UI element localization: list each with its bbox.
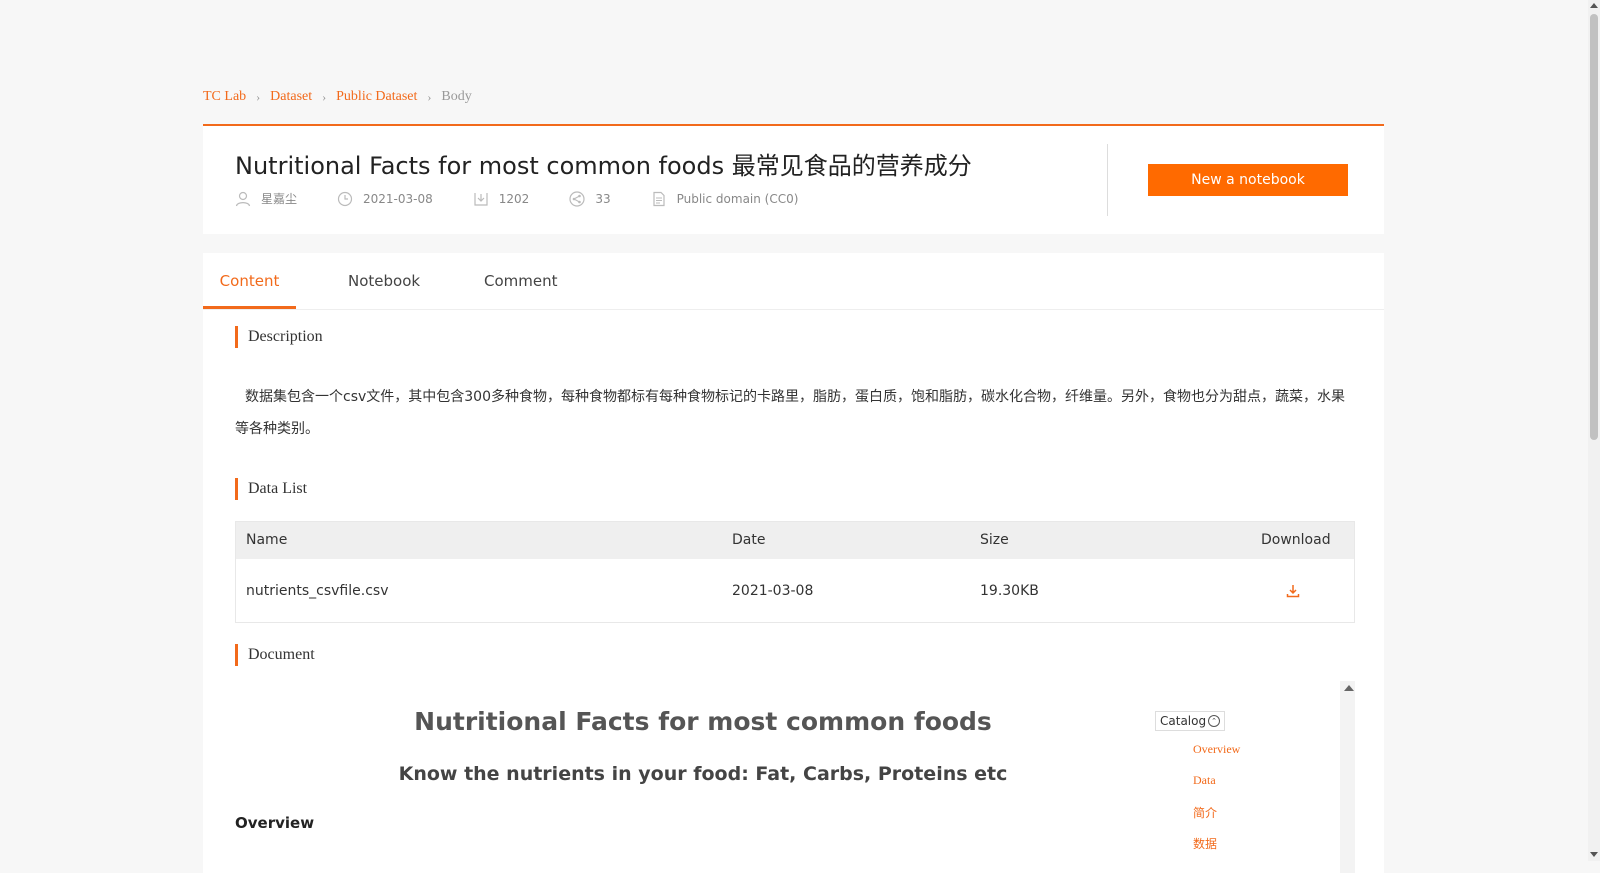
meta-downloads: 1202 [473,191,530,207]
catalog-item-data[interactable]: Data [1193,773,1216,788]
publish-date: 2021-03-08 [363,191,433,206]
meta-date: 2021-03-08 [337,191,433,207]
dataset-meta: 星嘉尘 2021-03-08 1202 33 Public domain (CC… [235,190,838,207]
chevron-right-icon: › [256,89,261,104]
breadcrumb-dataset[interactable]: Dataset [270,89,312,105]
share-icon [569,190,585,207]
divider [1107,144,1108,216]
catalog-toggle-button[interactable]: Catalog ⌃ [1155,711,1226,731]
file-name[interactable]: nutrients_csvfile.csv [246,583,388,599]
user-icon [235,191,251,206]
catalog-label: Catalog [1160,714,1207,728]
col-download: Download [1261,532,1331,548]
chevron-up-icon: ⌃ [1208,715,1221,727]
document-overview-heading: Overview [235,814,315,832]
meta-license: Public domain (CC0) [651,191,799,207]
document-icon [652,191,665,206]
meta-shares: 33 [569,190,611,207]
license: Public domain (CC0) [676,191,799,206]
meta-author: 星嘉尘 [235,190,297,207]
author-name[interactable]: 星嘉尘 [261,190,297,207]
download-count: 1202 [498,191,530,206]
table-header [236,522,1354,559]
document-title: Nutritional Facts for most common foods [414,707,992,736]
catalog-item-overview[interactable]: Overview [1193,742,1240,757]
document-subtitle: Know the nutrients in your food: Fat, Ca… [398,763,1008,785]
tab-content[interactable]: Content [203,253,296,309]
file-date: 2021-03-08 [732,583,814,599]
file-size: 19.30KB [980,583,1039,599]
tab-bar: Content Notebook Comment [203,253,1384,310]
page-title: Nutritional Facts for most common foods … [235,152,972,180]
col-name: Name [246,532,288,548]
scroll-down-icon[interactable] [1590,852,1598,857]
description-text: 数据集包含一个csv文件，其中包含300多种食物，每种食物都标有每种食物标记的卡… [235,389,1345,437]
data-list-table: Name Date Size Download nutrients_csvfil… [235,521,1355,623]
col-size: Size [980,532,1009,548]
catalog-scrollbar[interactable] [1340,681,1355,873]
clock-icon [337,191,353,206]
download-count-icon [474,192,488,206]
content-card: Content Notebook Comment Description 数据集… [203,253,1384,873]
data-list-heading: Data List [235,478,307,500]
scroll-up-icon[interactable] [1590,3,1598,8]
new-notebook-button[interactable]: New a notebook [1148,164,1348,196]
catalog-item-data-zh[interactable]: 数据 [1193,835,1217,852]
breadcrumb-tc-lab[interactable]: TC Lab [203,89,246,105]
chevron-right-icon: › [427,89,432,104]
breadcrumb-public-dataset[interactable]: Public Dataset [336,89,417,105]
description-heading: Description [235,326,323,348]
chevron-right-icon: › [322,89,327,104]
breadcrumb-current: Body [441,89,472,104]
scrollbar-thumb[interactable] [1590,14,1598,440]
page-scrollbar[interactable] [1588,0,1600,861]
catalog-item-intro[interactable]: 简介 [1193,804,1217,821]
breadcrumb: TC Lab › Dataset › Public Dataset › Body [203,89,472,105]
col-date: Date [732,532,766,548]
document-heading: Document [235,644,315,666]
scroll-up-icon[interactable] [1344,685,1354,691]
dataset-header: Nutritional Facts for most common foods … [203,124,1384,234]
download-icon[interactable] [1286,584,1300,598]
tab-notebook[interactable]: Notebook [348,253,420,309]
tab-comment[interactable]: Comment [484,253,558,309]
share-count: 33 [595,191,611,206]
